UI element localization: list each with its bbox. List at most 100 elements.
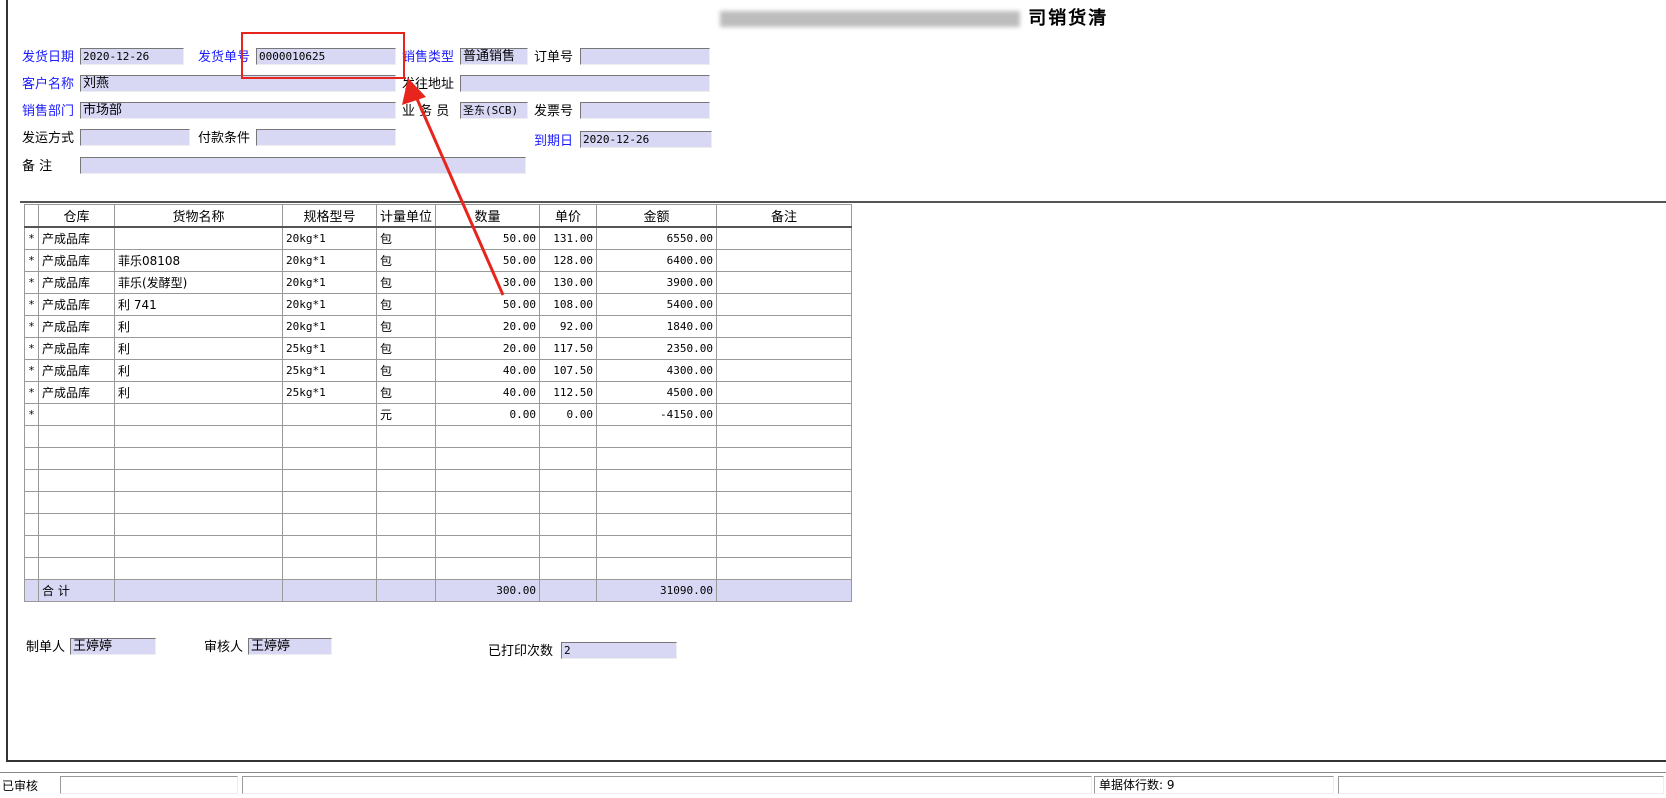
remark-field[interactable] (80, 157, 526, 174)
cell-qty[interactable]: 50.00 (435, 226, 541, 250)
cell-unit[interactable]: 包 (375, 359, 437, 382)
cell-spec[interactable]: 20kg*1 (282, 293, 377, 316)
cell-name[interactable]: 利 741 (114, 293, 283, 316)
table-row-empty[interactable] (24, 513, 853, 536)
cell-spec[interactable]: 20kg*1 (282, 249, 377, 272)
cell-empty[interactable] (596, 469, 718, 492)
cell-note[interactable] (716, 403, 853, 426)
cell-empty[interactable] (716, 469, 853, 492)
row-marker[interactable]: * (24, 315, 39, 338)
cell-spec[interactable] (282, 403, 377, 426)
sales-type-field[interactable]: 普通销售 (460, 48, 528, 65)
col-header-amount[interactable]: 金额 (596, 204, 718, 228)
row-marker[interactable]: * (24, 337, 39, 360)
cell-qty[interactable]: 50.00 (435, 249, 541, 272)
cell-empty[interactable] (38, 469, 115, 492)
cell-unit[interactable]: 包 (375, 315, 437, 338)
ship-date-field[interactable]: 2020-12-26 (80, 48, 184, 65)
col-header-note[interactable]: 备注 (716, 204, 853, 228)
cell-name[interactable] (114, 226, 283, 250)
col-header-unit[interactable]: 计量单位 (375, 204, 437, 228)
cell-empty[interactable] (114, 557, 283, 580)
cell-price[interactable]: 107.50 (539, 359, 598, 382)
invoice-no-field[interactable] (580, 102, 710, 119)
cell-empty[interactable] (716, 447, 853, 470)
cell-empty[interactable] (282, 469, 377, 492)
cell-empty[interactable] (24, 557, 39, 580)
cell-empty[interactable] (539, 491, 598, 514)
cell-empty[interactable] (38, 535, 115, 558)
cell-empty[interactable] (596, 491, 718, 514)
due-date-field[interactable]: 2020-12-26 (580, 131, 712, 148)
cell-empty[interactable] (435, 447, 541, 470)
cell-name[interactable]: 菲乐08108 (114, 249, 283, 272)
cell-empty[interactable] (24, 513, 39, 536)
cell-empty[interactable] (435, 491, 541, 514)
cell-wh[interactable]: 产成品库 (38, 249, 115, 272)
cell-empty[interactable] (24, 491, 39, 514)
cell-empty[interactable] (282, 513, 377, 536)
cell-note[interactable] (716, 293, 853, 316)
cell-name[interactable]: 利 (114, 315, 283, 338)
cell-price[interactable]: 108.00 (539, 293, 598, 316)
row-marker[interactable]: * (24, 403, 39, 426)
table-row-empty[interactable] (24, 535, 853, 558)
cell-empty[interactable] (375, 535, 437, 558)
cell-unit[interactable]: 包 (375, 271, 437, 294)
cell-amount[interactable]: 2350.00 (596, 337, 718, 360)
cell-note[interactable] (716, 271, 853, 294)
detail-table[interactable]: 仓库 货物名称 规格型号 计量单位 数量 单价 金额 备注 * 产成品库 20kg*… (24, 204, 853, 602)
cell-empty[interactable] (435, 535, 541, 558)
table-row[interactable]: * 产成品库利 25kg*1 包 20.00 117.50 2350.00 (24, 337, 853, 360)
cell-empty[interactable] (38, 447, 115, 470)
cell-empty[interactable] (114, 425, 283, 448)
cell-wh[interactable]: 产成品库 (38, 293, 115, 316)
cell-spec[interactable]: 20kg*1 (282, 315, 377, 338)
cell-amount[interactable]: 5400.00 (596, 293, 718, 316)
cell-empty[interactable] (375, 513, 437, 536)
cell-amount[interactable]: 6550.00 (596, 226, 718, 250)
table-row[interactable]: * 产成品库 菲乐08108 20kg*1 包 50.00 128.00 6400.00 (24, 249, 853, 272)
cell-empty[interactable] (24, 425, 39, 448)
cell-price[interactable]: 128.00 (539, 249, 598, 272)
row-marker[interactable]: * (24, 293, 39, 316)
cell-empty[interactable] (716, 557, 853, 580)
cell-empty[interactable] (375, 491, 437, 514)
cell-name[interactable]: 菲乐(发酵型) (114, 271, 283, 294)
salesman-field[interactable]: 圣东(SCB) (460, 102, 528, 119)
table-row-empty[interactable] (24, 491, 853, 514)
cell-unit[interactable]: 包 (375, 249, 437, 272)
cell-empty[interactable] (24, 469, 39, 492)
cell-empty[interactable] (539, 535, 598, 558)
cell-empty[interactable] (539, 469, 598, 492)
cell-empty[interactable] (596, 447, 718, 470)
cell-empty[interactable] (596, 513, 718, 536)
cell-note[interactable] (716, 249, 853, 272)
cell-amount[interactable]: 4500.00 (596, 381, 718, 404)
cell-amount[interactable]: -4150.00 (596, 403, 718, 426)
cell-name[interactable]: 利 (114, 359, 283, 382)
cell-empty[interactable] (38, 513, 115, 536)
col-header-warehouse[interactable]: 仓库 (38, 204, 115, 228)
cell-qty[interactable]: 20.00 (435, 315, 541, 338)
cell-wh[interactable] (38, 403, 115, 426)
cell-note[interactable] (716, 226, 853, 250)
table-row[interactable]: * 产成品库利 25kg*1 包 40.00 112.50 4500.00 (24, 381, 853, 404)
cell-empty[interactable] (24, 447, 39, 470)
cell-qty[interactable]: 50.00 (435, 293, 541, 316)
cell-wh[interactable]: 产成品库 (38, 226, 115, 250)
checker-field[interactable]: 王婷婷 (248, 638, 332, 655)
table-row[interactable]: * 产成品库利 25kg*1 包 40.00 107.50 4300.00 (24, 359, 853, 382)
cell-unit[interactable]: 包 (375, 226, 437, 250)
row-marker[interactable]: * (24, 271, 39, 294)
cell-empty[interactable] (114, 447, 283, 470)
cell-name[interactable]: 利 (114, 381, 283, 404)
cell-spec[interactable]: 25kg*1 (282, 381, 377, 404)
cell-note[interactable] (716, 315, 853, 338)
cell-empty[interactable] (38, 425, 115, 448)
cell-empty[interactable] (716, 425, 853, 448)
cell-price[interactable]: 0.00 (539, 403, 598, 426)
table-row[interactable]: * 产成品库 菲乐(发酵型) 20kg*1 包 30.00 130.00 3900.00 (24, 271, 853, 294)
cell-empty[interactable] (114, 513, 283, 536)
cell-empty[interactable] (539, 513, 598, 536)
